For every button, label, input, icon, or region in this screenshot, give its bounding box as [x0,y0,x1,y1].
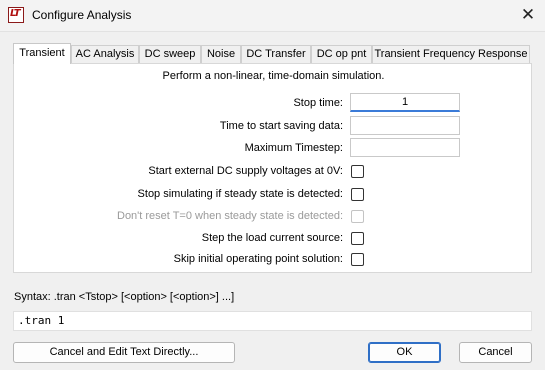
window-title: Configure Analysis [32,8,132,22]
stop-time-label: Stop time: [293,97,343,109]
dont-reset-checkbox [351,210,364,223]
skip-op-checkbox[interactable] [351,253,364,266]
close-icon[interactable]: ✕ [517,5,539,27]
ltspice-app-icon: LT [8,7,24,23]
step-load-label: Step the load current source: [201,232,343,244]
edit-directly-button[interactable]: Cancel and Edit Text Directly... [13,342,235,363]
tab-dc-op-pnt[interactable]: DC op pnt [311,45,372,63]
analysis-description: Perform a non-linear, time-domain simula… [162,70,385,82]
start-saving-label: Time to start saving data: [219,120,343,132]
start-saving-input[interactable] [350,116,460,135]
stop-time-input[interactable]: 1 [350,93,460,112]
max-timestep-label: Maximum Timestep: [244,142,343,154]
tab-dc-transfer[interactable]: DC Transfer [241,45,311,63]
start-dc-supply-label: Start external DC supply voltages at 0V: [148,165,343,177]
tab-transient[interactable]: Transient [13,43,71,64]
start-dc-supply-checkbox[interactable] [351,165,364,178]
ok-button[interactable]: OK [368,342,441,363]
steady-state-checkbox[interactable] [351,188,364,201]
command-input[interactable]: .tran 1 [13,311,532,331]
transient-panel: Perform a non-linear, time-domain simula… [13,63,532,273]
max-timestep-input[interactable] [350,138,460,157]
tab-noise[interactable]: Noise [201,45,241,63]
title-bar: LT Configure Analysis ✕ [0,0,545,32]
tab-transient-frequency-response[interactable]: Transient Frequency Response [372,45,530,63]
cancel-button[interactable]: Cancel [459,342,532,363]
dont-reset-label: Don't reset T=0 when steady state is det… [117,210,343,222]
syntax-text: Syntax: .tran <Tstop> [<option> [<option… [14,291,235,303]
tab-dc-sweep[interactable]: DC sweep [139,45,201,63]
tab-ac-analysis[interactable]: AC Analysis [71,45,139,63]
skip-op-label: Skip initial operating point solution: [173,253,343,265]
step-load-checkbox[interactable] [351,232,364,245]
steady-state-label: Stop simulating if steady state is detec… [137,188,343,200]
